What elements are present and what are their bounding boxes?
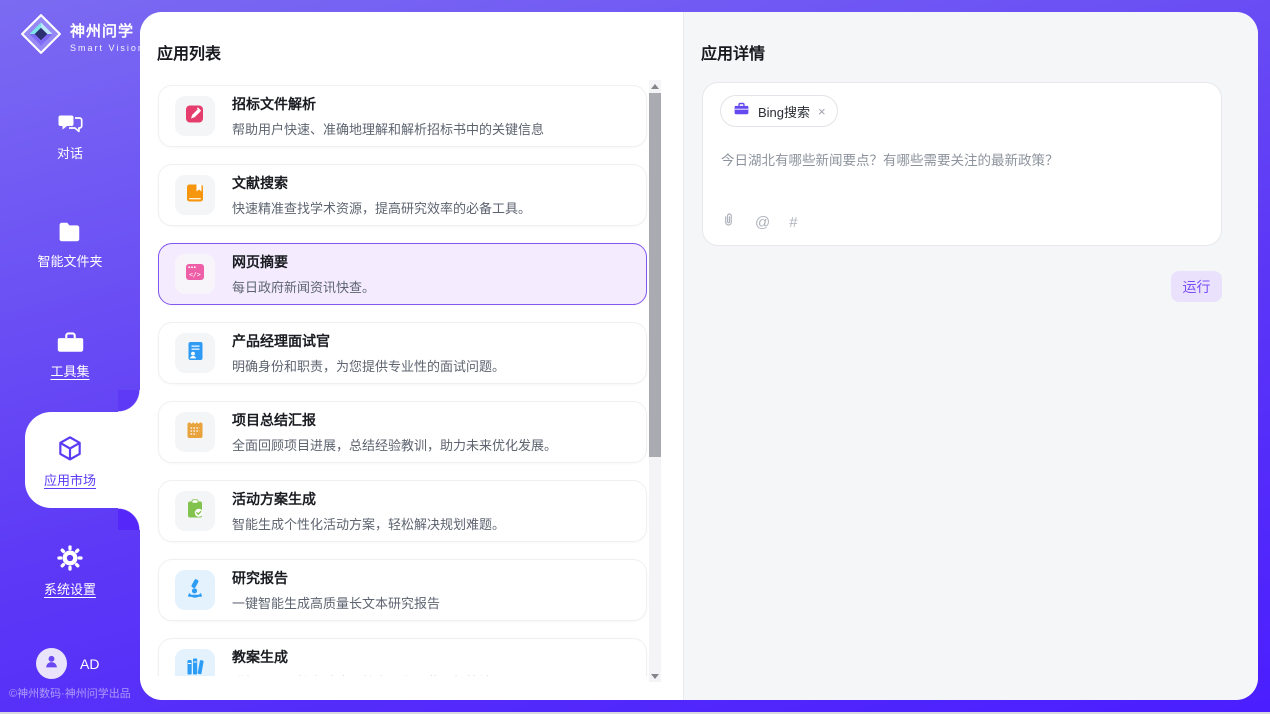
- at-icon[interactable]: @: [755, 214, 770, 231]
- brand-tagline: Smart Vision: [70, 43, 145, 53]
- diamond-gem-icon: [20, 13, 62, 60]
- svg-text:</>: </>: [189, 270, 201, 278]
- app-card-title: 研究报告: [232, 568, 440, 588]
- sidebar-item-label: 智能文件夹: [0, 251, 140, 270]
- toolbox-icon: [0, 329, 140, 354]
- app-card-desc: 每日政府新闻资讯快查。: [232, 277, 375, 296]
- tool-chip-bing-search[interactable]: Bing搜索 ×: [720, 95, 838, 127]
- scrollbar[interactable]: [649, 80, 661, 682]
- tool-chip-label: Bing搜索: [758, 102, 810, 121]
- microscope-icon: [184, 577, 206, 604]
- app-card-desc: 智能生成个性化活动方案，轻松解决规划难题。: [232, 514, 505, 533]
- app-card-desc: 全面回顾项目进展，总结经验教训，助力未来优化发展。: [232, 435, 557, 454]
- gear-icon: [0, 544, 140, 572]
- active-nav-fillet-bottom: [118, 508, 140, 530]
- scroll-down-button[interactable]: [649, 670, 661, 682]
- chat-bubbles-icon: [0, 110, 140, 136]
- run-button[interactable]: 运行: [1171, 271, 1222, 302]
- app-icon-tile: [175, 649, 215, 676]
- app-card-desc: 快速精准查找学术资源，提高研究效率的必备工具。: [232, 198, 531, 217]
- close-icon[interactable]: ×: [818, 105, 826, 118]
- query-composer[interactable]: Bing搜索 × 今日湖北有哪些新闻要点？有哪些需要关注的最新政策？ @ #: [702, 82, 1222, 246]
- app-card-title: 网页摘要: [232, 252, 375, 272]
- paperclip-icon[interactable]: [720, 211, 736, 233]
- app-card[interactable]: </> 网页摘要 每日政府新闻资讯快查。: [158, 243, 647, 305]
- app-icon-tile: [175, 570, 215, 610]
- sidebar-item-label: 系统设置: [0, 579, 140, 598]
- app-card-title: 活动方案生成: [232, 489, 505, 509]
- pen-square-icon: [184, 103, 206, 130]
- app-card-title: 项目总结汇报: [232, 410, 557, 430]
- sidebar-item-label: 应用市场: [0, 470, 140, 489]
- sidebar-item-label: 对话: [0, 143, 140, 162]
- notepad-icon: [184, 419, 206, 446]
- person-icon: [42, 652, 61, 676]
- hash-icon[interactable]: #: [789, 214, 797, 231]
- user-account[interactable]: AD: [36, 648, 99, 679]
- app-card-title: 教案生成: [232, 647, 492, 667]
- book-icon: [184, 182, 206, 209]
- app-card-desc: 帮助用户快速、准确地理解和解析招标书中的关键信息: [232, 119, 544, 138]
- app-card[interactable]: 教案生成 模板驱动，教案秒成，教学准备从此轻松快捷: [158, 638, 647, 676]
- app-icon-tile: [175, 96, 215, 136]
- app-root: { "brand": { "name": "神州问学", "tagline": …: [0, 0, 1270, 714]
- app-detail-title: 应用详情: [701, 40, 765, 64]
- sidebar-item-label: 工具集: [0, 361, 140, 380]
- app-card[interactable]: 研究报告 一键智能生成高质量长文本研究报告: [158, 559, 647, 621]
- triangle-up-icon: [651, 84, 659, 89]
- app-card-title: 招标文件解析: [232, 94, 544, 114]
- folder-icon: [0, 220, 140, 244]
- sidebar-item-cube[interactable]: 应用市场: [0, 434, 140, 489]
- clipboard-check-icon: [184, 498, 206, 525]
- app-card-desc: 一键智能生成高质量长文本研究报告: [232, 593, 440, 612]
- app-card-desc: 明确身份和职责，为您提供专业性的面试问题。: [232, 356, 505, 375]
- sidebar-item-chat-bubbles[interactable]: 对话: [0, 110, 140, 162]
- app-card-title: 文献搜索: [232, 173, 531, 193]
- sidebar-item-gear[interactable]: 系统设置: [0, 544, 140, 598]
- app-icon-tile: [175, 491, 215, 531]
- sidebar-item-folder[interactable]: 智能文件夹: [0, 220, 140, 270]
- brand-name: 神州问学: [70, 20, 145, 41]
- doc-person-icon: [184, 340, 206, 367]
- app-card[interactable]: 产品经理面试官 明确身份和职责，为您提供专业性的面试问题。: [158, 322, 647, 384]
- app-list-title: 应用列表: [157, 40, 221, 64]
- app-detail-panel: 应用详情 Bing搜索 × 今日湖北有哪些新闻要点？有哪些需要关注的最新政策？: [683, 12, 1258, 700]
- app-card[interactable]: 活动方案生成 智能生成个性化活动方案，轻松解决规划难题。: [158, 480, 647, 542]
- app-card[interactable]: 招标文件解析 帮助用户快速、准确地理解和解析招标书中的关键信息: [158, 85, 647, 147]
- app-card-title: 产品经理面试官: [232, 331, 505, 351]
- scroll-up-button[interactable]: [649, 80, 661, 92]
- browser-code-icon: </>: [184, 261, 206, 288]
- app-icon-tile: [175, 175, 215, 215]
- triangle-down-icon: [651, 674, 659, 679]
- active-nav-fillet-top: [118, 390, 140, 412]
- app-card[interactable]: 文献搜索 快速精准查找学术资源，提高研究效率的必备工具。: [158, 164, 647, 226]
- main-content-frame: 应用列表 招标文件解析 帮助用户快速、准确地理解和解析招标书中的关键信息 文献搜…: [140, 12, 1258, 700]
- books-icon: [184, 656, 206, 677]
- app-list-panel: 应用列表 招标文件解析 帮助用户快速、准确地理解和解析招标书中的关键信息 文献搜…: [140, 12, 683, 700]
- avatar[interactable]: [36, 648, 67, 679]
- app-icon-tile: </>: [175, 254, 215, 294]
- cube-icon: [0, 434, 140, 463]
- brand-logo: 神州问学 Smart Vision: [20, 13, 145, 60]
- user-name: AD: [80, 656, 99, 672]
- sidebar-item-toolbox[interactable]: 工具集: [0, 329, 140, 380]
- app-icon-tile: [175, 412, 215, 452]
- scrollbar-thumb[interactable]: [649, 93, 661, 457]
- copyright-text: ©神州数码·神州问学出品: [9, 685, 141, 701]
- app-card[interactable]: 项目总结汇报 全面回顾项目进展，总结经验教训，助力未来优化发展。: [158, 401, 647, 463]
- query-text[interactable]: 今日湖北有哪些新闻要点？有哪些需要关注的最新政策？: [721, 151, 1203, 171]
- app-list: 招标文件解析 帮助用户快速、准确地理解和解析招标书中的关键信息 文献搜索 快速精…: [140, 80, 649, 676]
- briefcase-icon: [733, 100, 750, 122]
- app-card-desc: 模板驱动，教案秒成，教学准备从此轻松快捷: [232, 672, 492, 676]
- composer-toolbar: @ #: [720, 211, 798, 233]
- app-icon-tile: [175, 333, 215, 373]
